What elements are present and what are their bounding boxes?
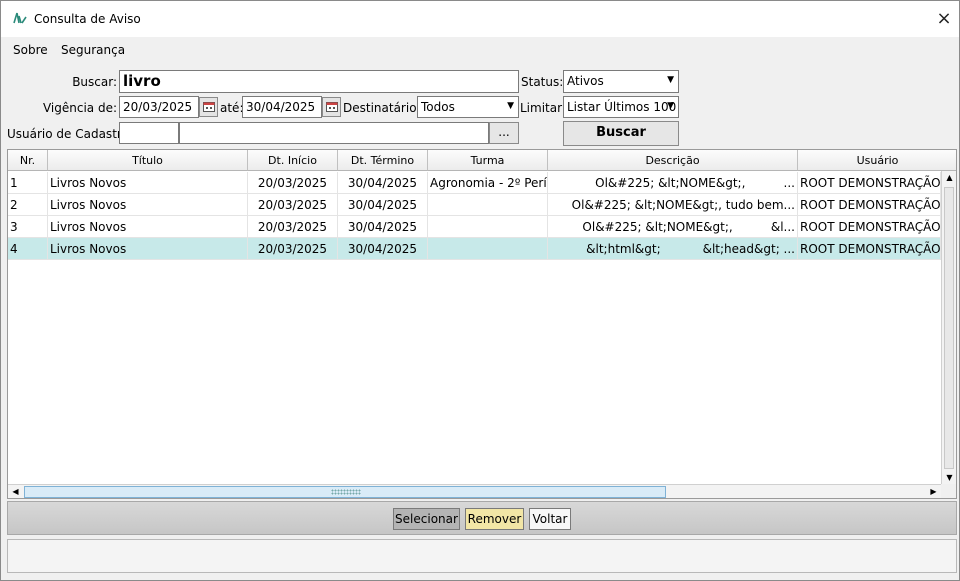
limitar-label: Limitar:	[520, 101, 566, 115]
scroll-right-icon[interactable]: ▶	[926, 485, 941, 498]
cell-descricao: Ol&#225; &lt;NOME&gt;, tudo bem...	[548, 194, 798, 216]
title-bar: Consulta de Aviso ×	[1, 1, 959, 37]
menu-sobre[interactable]: Sobre	[13, 43, 48, 57]
cell-turma	[428, 238, 548, 260]
cell-titulo: Livros Novos	[48, 216, 248, 238]
window: Consulta de Aviso × Sobre Segurança Busc…	[0, 0, 960, 581]
cell-dt-termino: 30/04/2025	[338, 238, 428, 260]
voltar-button[interactable]: Voltar	[529, 508, 571, 530]
cell-descricao: Ol&#225; &lt;NOME&gt;, ...	[548, 172, 798, 194]
cell-descricao: &lt;html&gt; &lt;head&gt; ...	[548, 238, 798, 260]
calendar-ate-button[interactable]	[322, 97, 341, 117]
column-header-dt-termino[interactable]: Dt. Término	[338, 150, 428, 171]
table-row[interactable]: 3 Livros Novos 20/03/2025 30/04/2025 Ol&…	[8, 216, 941, 238]
limitar-select[interactable]: Listar Últimos 100 ▼	[563, 96, 679, 118]
buscar-button[interactable]: Buscar	[563, 121, 679, 146]
chevron-down-icon: ▼	[667, 101, 674, 111]
cell-usuario: ROOT DEMONSTRAÇÃO JA	[798, 172, 941, 194]
cell-nr: 3	[8, 216, 48, 238]
ate-label: até:	[220, 101, 244, 115]
calendar-icon	[326, 102, 338, 112]
horizontal-scrollbar[interactable]: ◀ ▶	[8, 484, 941, 498]
usuario-name-field[interactable]	[179, 122, 489, 144]
cell-titulo: Livros Novos	[48, 238, 248, 260]
close-icon[interactable]: ×	[933, 8, 955, 30]
scroll-grip	[331, 489, 361, 495]
cell-usuario: ROOT DEMONSTRAÇÃO JA	[798, 194, 941, 216]
status-select[interactable]: Ativos ▼	[563, 70, 679, 93]
column-header-nr[interactable]: Nr.	[8, 150, 48, 171]
vigencia-label: Vigência de:	[42, 101, 117, 115]
calendar-de-button[interactable]	[199, 97, 218, 117]
cell-dt-inicio: 20/03/2025	[248, 172, 338, 194]
usuario-lookup-button[interactable]: ...	[489, 122, 519, 144]
cell-turma	[428, 194, 548, 216]
menu-seguranca[interactable]: Segurança	[61, 43, 125, 57]
window-title: Consulta de Aviso	[34, 12, 141, 26]
scroll-down-icon[interactable]: ▼	[942, 471, 956, 485]
column-header-usuario[interactable]: Usuário	[798, 150, 956, 171]
remover-button[interactable]: Remover	[465, 508, 524, 530]
destinatarios-select[interactable]: Todos ▼	[417, 96, 519, 118]
status-label: Status:	[521, 75, 564, 89]
vertical-scrollbar[interactable]: ▲ ▼	[941, 171, 956, 485]
status-value: Ativos	[567, 74, 604, 88]
vigencia-ate-field[interactable]: 30/04/2025	[242, 96, 322, 118]
scroll-up-icon[interactable]: ▲	[942, 171, 956, 185]
column-header-titulo[interactable]: Título	[48, 150, 248, 171]
cell-dt-termino: 30/04/2025	[338, 216, 428, 238]
cell-turma	[428, 216, 548, 238]
chevron-down-icon: ▼	[667, 75, 674, 85]
results-grid[interactable]: Nr. Título Dt. Início Dt. Término Turma …	[7, 149, 957, 499]
table-row-selected[interactable]: 4 Livros Novos 20/03/2025 30/04/2025 &lt…	[8, 238, 941, 260]
status-bar	[7, 539, 957, 573]
scroll-corner	[941, 484, 956, 498]
column-header-turma[interactable]: Turma	[428, 150, 548, 171]
horizontal-scroll-thumb[interactable]	[24, 486, 666, 498]
cell-titulo: Livros Novos	[48, 172, 248, 194]
cell-dt-inicio: 20/03/2025	[248, 216, 338, 238]
menu-bar: Sobre Segurança	[1, 39, 959, 63]
usuario-label: Usuário de Cadastro:	[7, 127, 133, 141]
cell-usuario: ROOT DEMONSTRAÇÃO JA	[798, 216, 941, 238]
buscar-label: Buscar:	[72, 75, 117, 89]
table-row[interactable]: 1 Livros Novos 20/03/2025 30/04/2025 Agr…	[8, 172, 941, 194]
vertical-scroll-thumb[interactable]	[944, 187, 954, 469]
usuario-code-field[interactable]	[119, 122, 179, 144]
cell-descricao: Ol&#225; &lt;NOME&gt;, &l...	[548, 216, 798, 238]
search-input[interactable]: livro	[119, 70, 519, 93]
action-bar: Selecionar Remover Voltar	[7, 501, 957, 535]
cell-nr: 2	[8, 194, 48, 216]
destinatarios-value: Todos	[421, 100, 455, 114]
selecionar-button[interactable]: Selecionar	[393, 508, 460, 530]
cell-dt-inicio: 20/03/2025	[248, 238, 338, 260]
calendar-icon	[203, 102, 215, 112]
vigencia-de-field[interactable]: 20/03/2025	[119, 96, 199, 118]
cell-nr: 4	[8, 238, 48, 260]
menu-seguranca-label: Segurança	[61, 43, 126, 57]
menu-sobre-label: Sobre	[13, 43, 48, 57]
scroll-left-icon[interactable]: ◀	[8, 485, 23, 498]
app-logo-icon	[13, 12, 27, 24]
destinatarios-label: Destinatários:	[343, 101, 427, 115]
cell-dt-termino: 30/04/2025	[338, 172, 428, 194]
cell-dt-termino: 30/04/2025	[338, 194, 428, 216]
cell-usuario: ROOT DEMONSTRAÇÃO JA	[798, 238, 941, 260]
column-header-descricao[interactable]: Descrição	[548, 150, 798, 171]
table-row[interactable]: 2 Livros Novos 20/03/2025 30/04/2025 Ol&…	[8, 194, 941, 216]
cell-turma: Agronomia - 2º Perí...	[428, 172, 548, 194]
chevron-down-icon: ▼	[507, 101, 514, 111]
column-header-dt-inicio[interactable]: Dt. Início	[248, 150, 338, 171]
cell-titulo: Livros Novos	[48, 194, 248, 216]
cell-nr: 1	[8, 172, 48, 194]
cell-dt-inicio: 20/03/2025	[248, 194, 338, 216]
limitar-value: Listar Últimos 100	[567, 100, 677, 114]
